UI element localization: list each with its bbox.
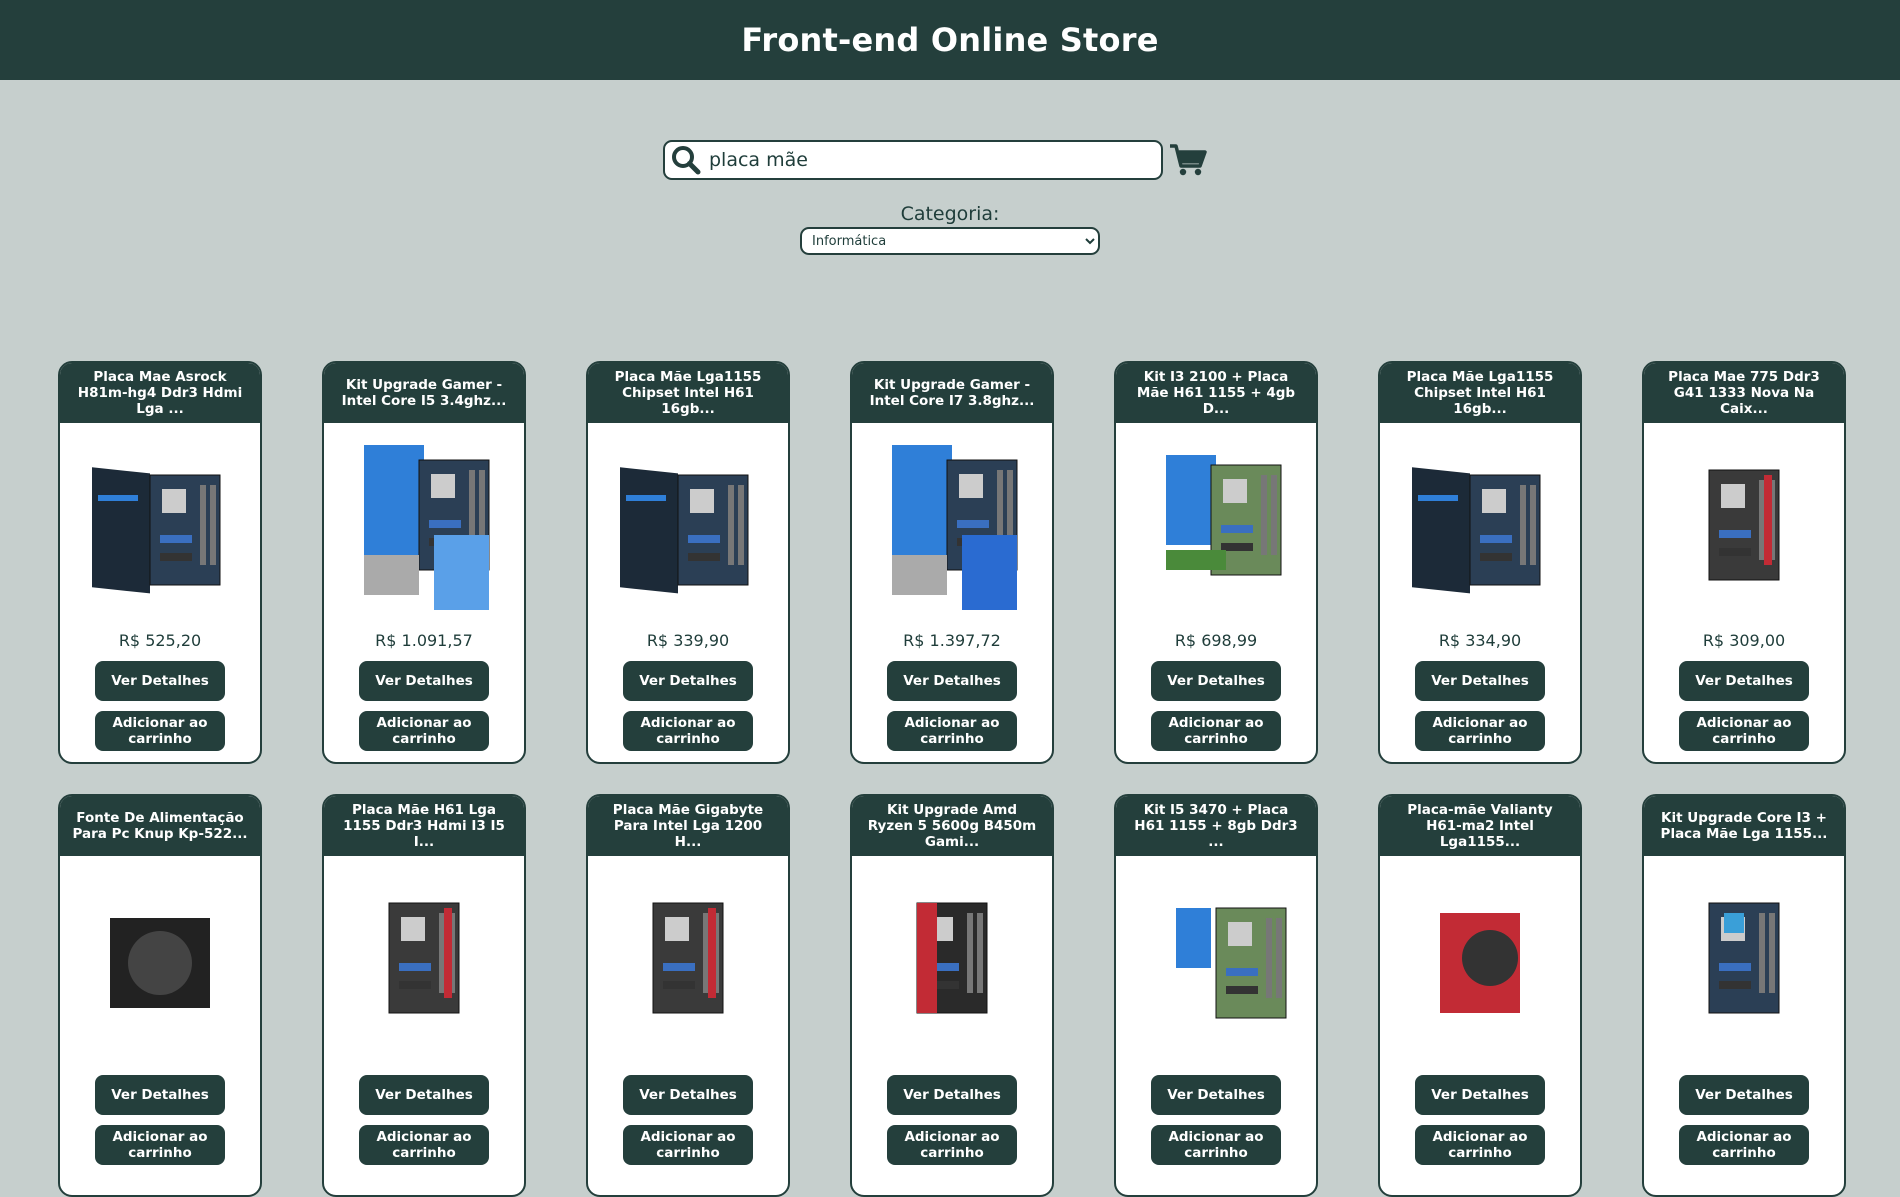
- details-button[interactable]: Ver Detalhes: [1151, 1075, 1281, 1115]
- add-to-cart-button[interactable]: Adicionar ao carrinho: [1415, 711, 1545, 751]
- product-image-motherboard: [598, 868, 778, 1048]
- product-price: R$ 334,90: [1438, 631, 1522, 650]
- details-button[interactable]: Ver Detalhes: [1679, 661, 1809, 701]
- product-title: Placa Mãe Lga1155 Chipset Intel H61 16gb…: [588, 363, 788, 423]
- product-title: Kit I5 3470 + Placa H61 1155 + 8gb Ddr3 …: [1116, 796, 1316, 856]
- product-image-motherboard-box: [1390, 435, 1570, 615]
- product-title: Kit Upgrade Gamer - Intel Core I7 3.8ghz…: [852, 363, 1052, 423]
- product-image-motherboard-red: [862, 868, 1042, 1048]
- product-title: Kit Upgrade Gamer - Intel Core I5 3.4ghz…: [324, 363, 524, 423]
- product-card: Placa Mae Asrock H81m-hg4 Ddr3 Hdmi Lga …: [58, 361, 262, 764]
- product-card: Placa Mãe Lga1155 Chipset Intel H61 16gb…: [1378, 361, 1582, 764]
- product-card: Kit Upgrade Core I3 + Placa Mãe Lga 1155…: [1642, 794, 1846, 1197]
- product-price: R$ 698,99: [1174, 631, 1258, 650]
- product-card: Kit I5 3470 + Placa H61 1155 + 8gb Ddr3 …: [1114, 794, 1318, 1197]
- add-to-cart-button[interactable]: Adicionar ao carrinho: [1679, 1125, 1809, 1165]
- product-title: Kit I3 2100 + Placa Mãe H61 1155 + 4gb D…: [1116, 363, 1316, 423]
- add-to-cart-button[interactable]: Adicionar ao carrinho: [887, 711, 1017, 751]
- product-card: Placa Mãe Gigabyte Para Intel Lga 1200 H…: [586, 794, 790, 1197]
- product-image-kit-i5: [1126, 868, 1306, 1048]
- product-price: R$ 309,00: [1702, 631, 1786, 650]
- category-label: Categoria:: [900, 203, 1000, 225]
- category-select[interactable]: Informática: [800, 227, 1100, 255]
- add-to-cart-button[interactable]: Adicionar ao carrinho: [95, 1125, 225, 1165]
- product-image-upgrade-kit-i7: [862, 435, 1042, 615]
- product-title: Kit Upgrade Amd Ryzen 5 5600g B450m Gami…: [852, 796, 1052, 856]
- search-icon[interactable]: [665, 145, 707, 175]
- search-box[interactable]: [663, 140, 1163, 180]
- details-button[interactable]: Ver Detalhes: [1415, 1075, 1545, 1115]
- details-button[interactable]: Ver Detalhes: [1679, 1075, 1809, 1115]
- product-image-motherboard-box: [70, 435, 250, 615]
- details-button[interactable]: Ver Detalhes: [359, 1075, 489, 1115]
- product-card: Kit Upgrade Gamer - Intel Core I5 3.4ghz…: [322, 361, 526, 764]
- product-card: Kit Upgrade Amd Ryzen 5 5600g B450m Gami…: [850, 794, 1054, 1197]
- product-image-power-supply: [70, 868, 250, 1048]
- product-image-motherboard: [1654, 435, 1834, 615]
- product-title: Placa Mãe Gigabyte Para Intel Lga 1200 H…: [588, 796, 788, 856]
- product-image-motherboard-box: [598, 435, 778, 615]
- add-to-cart-button[interactable]: Adicionar ao carrinho: [1151, 711, 1281, 751]
- product-image-motherboard-blue: [1654, 868, 1834, 1048]
- product-title: Placa-mãe Valianty H61-ma2 Intel Lga1155…: [1380, 796, 1580, 856]
- header: Front-end Online Store: [0, 0, 1900, 80]
- product-card: Placa-mãe Valianty H61-ma2 Intel Lga1155…: [1378, 794, 1582, 1197]
- product-card: Placa Mae 775 Ddr3 G41 1333 Nova Na Caix…: [1642, 361, 1846, 764]
- product-image-kit-i3: [1126, 435, 1306, 615]
- add-to-cart-button[interactable]: Adicionar ao carrinho: [1151, 1125, 1281, 1165]
- details-button[interactable]: Ver Detalhes: [359, 661, 489, 701]
- add-to-cart-button[interactable]: Adicionar ao carrinho: [1679, 711, 1809, 751]
- product-grid: Placa Mae Asrock H81m-hg4 Ddr3 Hdmi Lga …: [58, 361, 1846, 1197]
- product-image-upgrade-kit-i5: [334, 435, 514, 615]
- product-price: R$ 339,90: [646, 631, 730, 650]
- details-button[interactable]: Ver Detalhes: [95, 1075, 225, 1115]
- page-title: Front-end Online Store: [741, 21, 1159, 59]
- add-to-cart-button[interactable]: Adicionar ao carrinho: [623, 711, 753, 751]
- cart-icon[interactable]: [1169, 143, 1207, 177]
- details-button[interactable]: Ver Detalhes: [1151, 661, 1281, 701]
- add-to-cart-button[interactable]: Adicionar ao carrinho: [359, 711, 489, 751]
- search-input[interactable]: [707, 148, 1141, 172]
- product-card: Fonte De Alimentação Para Pc Knup Kp-522…: [58, 794, 262, 1197]
- product-image-motherboard: [334, 868, 514, 1048]
- product-card: Kit I3 2100 + Placa Mãe H61 1155 + 4gb D…: [1114, 361, 1318, 764]
- add-to-cart-button[interactable]: Adicionar ao carrinho: [359, 1125, 489, 1165]
- details-button[interactable]: Ver Detalhes: [887, 1075, 1017, 1115]
- product-price: R$ 525,20: [118, 631, 202, 650]
- product-title: Fonte De Alimentação Para Pc Knup Kp-522…: [60, 796, 260, 856]
- product-card: Placa Mãe H61 Lga 1155 Ddr3 Hdmi I3 I5 I…: [322, 794, 526, 1197]
- add-to-cart-button[interactable]: Adicionar ao carrinho: [95, 711, 225, 751]
- add-to-cart-button[interactable]: Adicionar ao carrinho: [623, 1125, 753, 1165]
- add-to-cart-button[interactable]: Adicionar ao carrinho: [1415, 1125, 1545, 1165]
- search-row: [0, 140, 1900, 180]
- details-button[interactable]: Ver Detalhes: [887, 661, 1017, 701]
- product-price: R$ 1.397,72: [903, 631, 1001, 650]
- details-button[interactable]: Ver Detalhes: [623, 661, 753, 701]
- product-title: Kit Upgrade Core I3 + Placa Mãe Lga 1155…: [1644, 796, 1844, 856]
- product-image-box-red: [1390, 868, 1570, 1048]
- details-button[interactable]: Ver Detalhes: [95, 661, 225, 701]
- product-price: R$ 1.091,57: [375, 631, 473, 650]
- details-button[interactable]: Ver Detalhes: [623, 1075, 753, 1115]
- details-button[interactable]: Ver Detalhes: [1415, 661, 1545, 701]
- product-title: Placa Mãe H61 Lga 1155 Ddr3 Hdmi I3 I5 I…: [324, 796, 524, 856]
- product-card: Kit Upgrade Gamer - Intel Core I7 3.8ghz…: [850, 361, 1054, 764]
- product-title: Placa Mãe Lga1155 Chipset Intel H61 16gb…: [1380, 363, 1580, 423]
- product-title: Placa Mae Asrock H81m-hg4 Ddr3 Hdmi Lga …: [60, 363, 260, 423]
- product-title: Placa Mae 775 Ddr3 G41 1333 Nova Na Caix…: [1644, 363, 1844, 423]
- add-to-cart-button[interactable]: Adicionar ao carrinho: [887, 1125, 1017, 1165]
- product-card: Placa Mãe Lga1155 Chipset Intel H61 16gb…: [586, 361, 790, 764]
